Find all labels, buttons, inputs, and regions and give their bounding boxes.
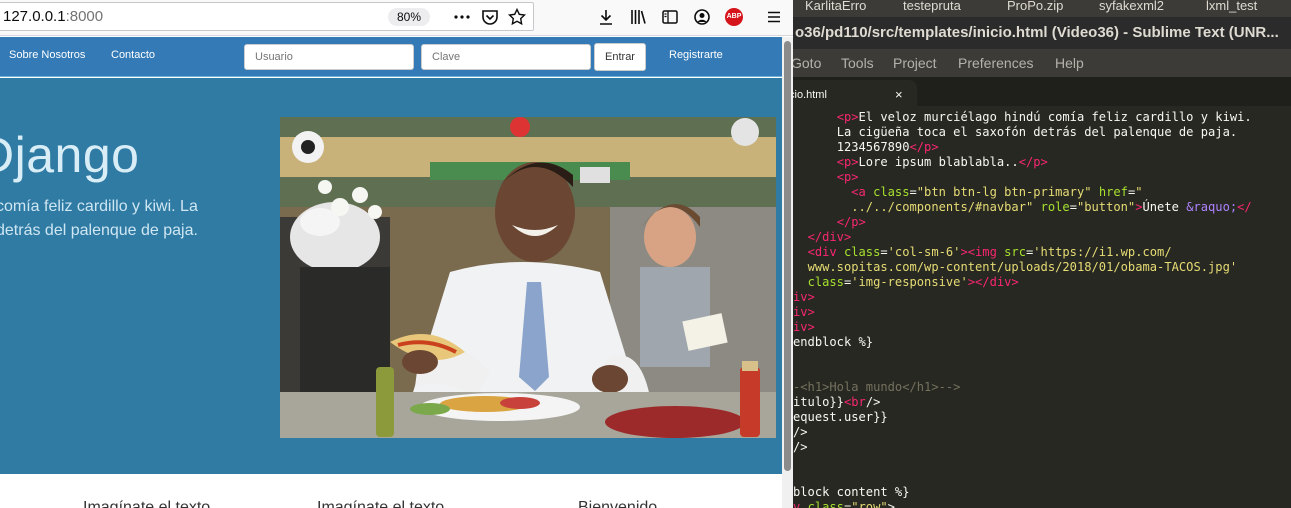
code-line: iv> (793, 305, 815, 319)
desktop-file-label[interactable]: syfakexml2 (1099, 0, 1164, 13)
code-line: ../../components/#navbar" role="button">… (851, 200, 1252, 214)
editor-title-bar: o36/pd110/src/templates/inicio.html (Vid… (793, 17, 1291, 49)
jumbotron-text-line: comía feliz cardillo y kiwi. La (0, 198, 198, 215)
pocket-icon[interactable] (480, 7, 500, 27)
web-page: Sobre Nosotros Contacto Entrar Registrar… (0, 37, 782, 508)
bookmark-star-icon[interactable] (507, 7, 527, 27)
jumbotron-title: Django (0, 127, 140, 183)
code-line: www.sopitas.com/wp-content/uploads/2018/… (807, 260, 1238, 274)
code-line: <p> (836, 170, 859, 184)
code-line: 1234567890</p> (836, 140, 939, 154)
scrollbar-thumb[interactable] (784, 41, 791, 471)
code-line: La cigüeña toca el saxofón detrás del pa… (836, 125, 1238, 139)
editor-tab-inicio[interactable]: cio.html × (793, 80, 917, 106)
menu-project[interactable]: Project (893, 55, 937, 71)
code-line: <div class='col-sm-6'><img src='https://… (807, 245, 1172, 259)
code-line: /> (793, 440, 808, 454)
menu-preferences[interactable]: Preferences (958, 55, 1033, 71)
nav-link-about[interactable]: Sobre Nosotros (9, 49, 85, 61)
browser-toolbar: 127.0.0.1:8000 80% ABP (0, 0, 793, 36)
code-line: endblock %} (793, 335, 874, 349)
desktop-file-label[interactable]: KarlitaErro (805, 0, 866, 13)
code-line: iv> (793, 320, 815, 334)
sidebar-icon[interactable] (660, 7, 680, 27)
code-line: <p>Lore ipsum blablabla..</p> (836, 155, 1048, 169)
more-dots-icon[interactable] (452, 7, 472, 27)
editor-menu-bar: Goto Tools Project Preferences Help (793, 49, 1291, 77)
hamburger-menu-icon[interactable] (764, 7, 784, 27)
desktop-file-strip: KarlitaErro testepruta ProPo.zip syfakex… (793, 0, 1291, 17)
password-input[interactable] (421, 44, 591, 70)
desktop-file-label[interactable]: lxml_test (1206, 0, 1257, 13)
close-tab-icon[interactable]: × (895, 87, 903, 102)
code-line: -<h1>Hola mundo</h1>--> (793, 380, 961, 394)
nav-link-contact[interactable]: Contacto (111, 49, 155, 61)
download-icon[interactable] (596, 7, 616, 27)
menu-tools[interactable]: Tools (841, 55, 874, 71)
jumbotron: Django comía feliz cardillo y kiwi. La d… (0, 78, 782, 474)
code-line: class='img-responsive'></div> (807, 275, 1019, 289)
code-line: block content %} (793, 485, 910, 499)
code-line: equest.user}} (793, 410, 888, 424)
desktop-file-label[interactable]: testepruta (903, 0, 961, 13)
site-navbar: Sobre Nosotros Contacto Entrar Registrar… (0, 37, 782, 77)
menu-goto[interactable]: Goto (793, 55, 821, 71)
code-line: </p> (836, 215, 866, 229)
adblock-plus-icon[interactable]: ABP (725, 8, 743, 26)
menu-help[interactable]: Help (1055, 55, 1084, 71)
desktop-file-label[interactable]: ProPo.zip (1007, 0, 1063, 13)
code-line: itulo}}<br/> (793, 395, 881, 409)
editor-tab-bar: cio.html × (793, 77, 1291, 106)
jumbotron-text-line: detrás del palenque de paja. (0, 222, 198, 239)
sublime-editor-window: KarlitaErro testepruta ProPo.zip syfakex… (793, 0, 1291, 508)
jumbotron-photo (280, 117, 776, 438)
feature-heading: Imagínate el texto (317, 499, 445, 508)
page-scrollbar[interactable] (782, 37, 793, 508)
feature-heading: Imagínate el texto (83, 499, 211, 508)
username-input[interactable] (244, 44, 414, 70)
editor-tab-label: cio.html (793, 89, 827, 101)
code-line: <a class="btn btn-lg btn-primary" href=" (851, 185, 1143, 199)
register-link[interactable]: Registrarte (669, 49, 723, 61)
zoom-indicator[interactable]: 80% (388, 8, 430, 26)
library-icon[interactable] (628, 7, 648, 27)
login-button[interactable]: Entrar (594, 43, 646, 71)
url-bar[interactable]: 127.0.0.1:8000 80% (0, 2, 534, 31)
account-icon[interactable] (692, 7, 712, 27)
feature-heading: Bienvenido (578, 499, 658, 508)
url-text: 127.0.0.1:8000 (3, 8, 104, 25)
code-line: v class="row"> (793, 500, 895, 508)
code-line: <p>El veloz murciélago hindú comía feliz… (836, 110, 1252, 124)
browser-window: 127.0.0.1:8000 80% ABP Sobre Nosotros Co… (0, 0, 793, 508)
code-line: </div> (807, 230, 852, 244)
code-line: /> (793, 425, 808, 439)
code-line: iv> (793, 290, 815, 304)
